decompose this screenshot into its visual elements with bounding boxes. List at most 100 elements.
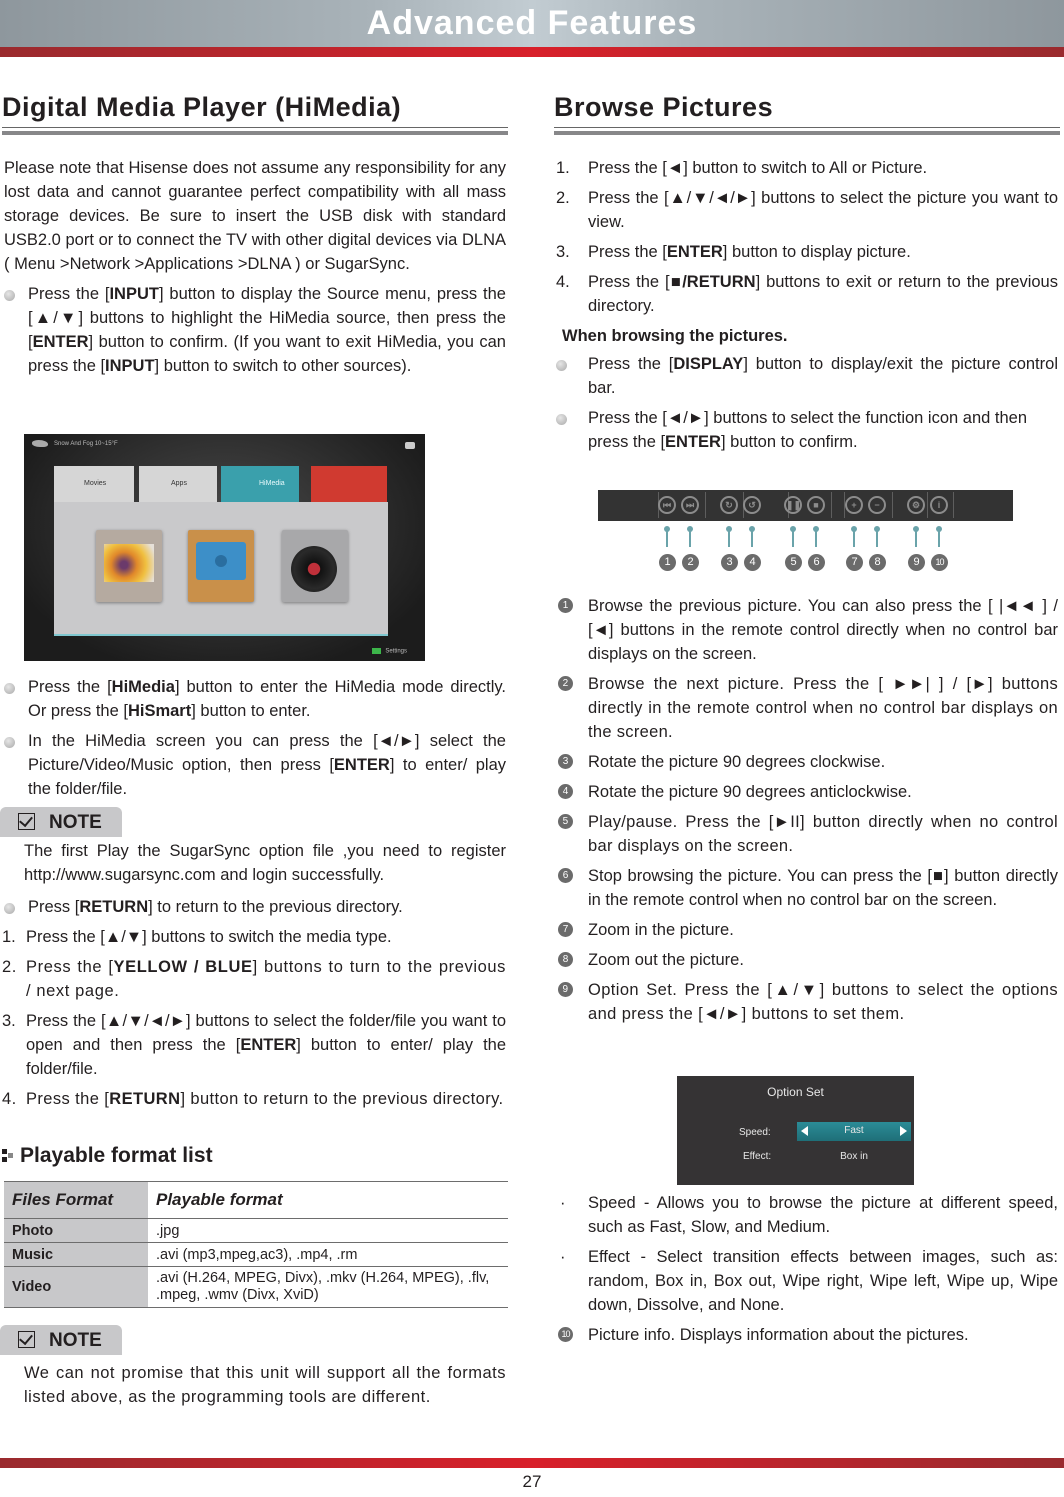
note-box-sugarsync: NOTE The first Play the SugarSync option… (0, 807, 506, 887)
callout-number-badge: 9 (908, 554, 925, 571)
tv-tab-movies: Movies (54, 466, 134, 502)
legend-item-4: 4 Rotate the picture 90 degrees anticlock… (556, 780, 1058, 804)
cell-type: Video (4, 1266, 148, 1308)
footer-red-stripe (0, 1458, 1064, 1468)
step-2: 2. Press the [YELLOW / BLUE] buttons to t… (2, 958, 507, 1000)
divider (554, 127, 1060, 128)
divider (2, 131, 508, 135)
note-label: NOTE (0, 1325, 122, 1355)
option-details: · Speed - Allows you to browse the pictur… (556, 1191, 1058, 1353)
video-card (188, 530, 254, 602)
number-badge: 6 (558, 868, 573, 883)
section-marker-icon (2, 1149, 16, 1163)
cell-format: .avi (H.264, MPEG, Divx), .mkv (H.264, M… (148, 1266, 508, 1308)
bullet-icon (556, 414, 567, 425)
info-icon[interactable]: i (930, 496, 948, 514)
control-bar-separator (953, 492, 954, 518)
callout-line (749, 526, 755, 547)
arrow-right-icon[interactable] (900, 1126, 907, 1136)
callout-number-badge: 1 (659, 554, 676, 571)
previous-icon[interactable]: ⏮ (658, 496, 676, 514)
bullet-icon (4, 903, 15, 914)
detail-speed: · Speed - Allows you to browse the pictur… (560, 1194, 1058, 1236)
note-text: We can not promise that this unit will s… (24, 1364, 506, 1406)
number-badge: 1 (558, 598, 573, 613)
bullet-himedia: Press the [HiMedia] button to enter the … (4, 675, 506, 723)
photo-thumbnail (104, 544, 154, 582)
subheading-browsing: When browsing the pictures. (562, 327, 788, 345)
legend-item-3: 3 Rotate the picture 90 degrees clockwise… (556, 750, 1058, 774)
callout-line (936, 526, 942, 547)
zoom-out-icon[interactable]: − (868, 496, 886, 514)
callout-number-badge: 6 (808, 554, 825, 571)
callout-number-badge: 5 (785, 554, 802, 571)
callout-number-badge: 7 (846, 554, 863, 571)
pause-icon[interactable]: ❚❚ (784, 496, 802, 514)
cell-format: .jpg (148, 1218, 508, 1243)
page-number: 27 (522, 1472, 542, 1491)
speed-label: Speed: (739, 1127, 771, 1138)
network-icon (405, 442, 415, 449)
checkbox-note-icon (18, 1331, 35, 1348)
media-panel (54, 502, 388, 636)
bullet-himedia-screen: In the HiMedia screen you can press the … (4, 729, 506, 801)
control-bar-legend: 1 Browse the previous picture. You can al… (556, 594, 1058, 1032)
format-table: Files Format Playable format Photo .jpg … (4, 1181, 508, 1308)
table-row: Video .avi (H.264, MPEG, Divx), .mkv (H.… (4, 1266, 508, 1308)
logo-icon (32, 440, 48, 447)
rotate-clockwise-icon[interactable]: ↻ (720, 496, 738, 514)
note-label: NOTE (0, 807, 122, 837)
detail-effect: · Effect - Select transition effects betw… (560, 1248, 1058, 1314)
section-title-browse-pictures: Browse Pictures (554, 92, 774, 122)
cell-type: Photo (4, 1218, 148, 1243)
stop-icon[interactable]: ■ (807, 496, 825, 514)
format-list-heading: Playable format list (2, 1144, 213, 1168)
note-box-formats: NOTE We can not promise that this unit w… (0, 1325, 506, 1409)
weather-status: Snow And Fog 10~15°F (32, 440, 118, 447)
control-bar-separator (831, 492, 832, 518)
bullet-icon (4, 290, 15, 301)
divider (2, 127, 508, 128)
option-set-title: Option Set (767, 1085, 824, 1099)
legend-item-10: 10 Picture info. Displays information abo… (556, 1323, 1058, 1347)
zoom-in-icon[interactable]: + (845, 496, 863, 514)
legend-item-1: 1 Browse the previous picture. You can al… (556, 594, 1058, 666)
tv-tab-himedia: HiMedia (221, 466, 299, 502)
callout-line (874, 526, 880, 547)
number-badge: 10 (558, 1327, 573, 1342)
legend-item-8: 8 Zoom out the picture. (556, 948, 1058, 972)
bullet-icon (556, 360, 567, 371)
note-text: The first Play the SugarSync option file… (24, 842, 506, 884)
speed-selector[interactable]: Fast (797, 1122, 911, 1141)
browse-step-2: 2. Press the [▲/▼/◄/►] buttons to select … (556, 189, 1058, 231)
effect-value[interactable]: Box in (797, 1151, 911, 1162)
himedia-screenshot: Snow And Fog 10~15°F Movies Apps HiMedia… (24, 434, 425, 661)
photo-card (96, 530, 162, 602)
step-1: 1. Press the [▲/▼] buttons to switch the … (2, 928, 392, 946)
banner-title: Advanced Features (366, 4, 698, 42)
callout-number-badge: 2 (682, 554, 699, 571)
music-card (282, 530, 348, 602)
legend-item-9: 9 Option Set. Press the [▲/▼] buttons to … (556, 978, 1058, 1026)
effect-label: Effect: (743, 1151, 772, 1162)
callout-line (790, 526, 796, 547)
callout-line (913, 526, 919, 547)
bullet-return: Press [RETURN] to return to the previous… (4, 895, 506, 919)
bullet-icon (4, 737, 15, 748)
cell-format: .avi (mp3,mpeg,ac3), .mp4, .rm (148, 1242, 508, 1267)
number-badge: 2 (558, 676, 573, 691)
bullet-input: Press the [INPUT] button to display the … (4, 282, 506, 378)
number-badge: 7 (558, 922, 573, 937)
step-3: 3. Press the [▲/▼/◄/►] buttons to select … (2, 1012, 507, 1078)
browse-steps: 1. Press the [◄] button to switch to All … (556, 156, 1058, 460)
legend-item-2: 2 Browse the next picture. Press the [ ►►… (556, 672, 1058, 744)
bullet-display: Press the [DISPLAY] button to display/ex… (556, 352, 1058, 400)
col-header-files-format: Files Format (4, 1181, 148, 1219)
tv-settings-hint: Settings (372, 648, 407, 655)
rotate-anticlockwise-icon[interactable]: ↺ (743, 496, 761, 514)
browse-step-3: 3. Press the [ENTER] button to display pi… (556, 243, 911, 261)
table-row: Music .avi (mp3,mpeg,ac3), .mp4, .rm (4, 1242, 508, 1267)
settings-icon[interactable]: ⚙ (907, 496, 925, 514)
number-badge: 5 (558, 814, 573, 829)
next-icon[interactable]: ⏭ (681, 496, 699, 514)
